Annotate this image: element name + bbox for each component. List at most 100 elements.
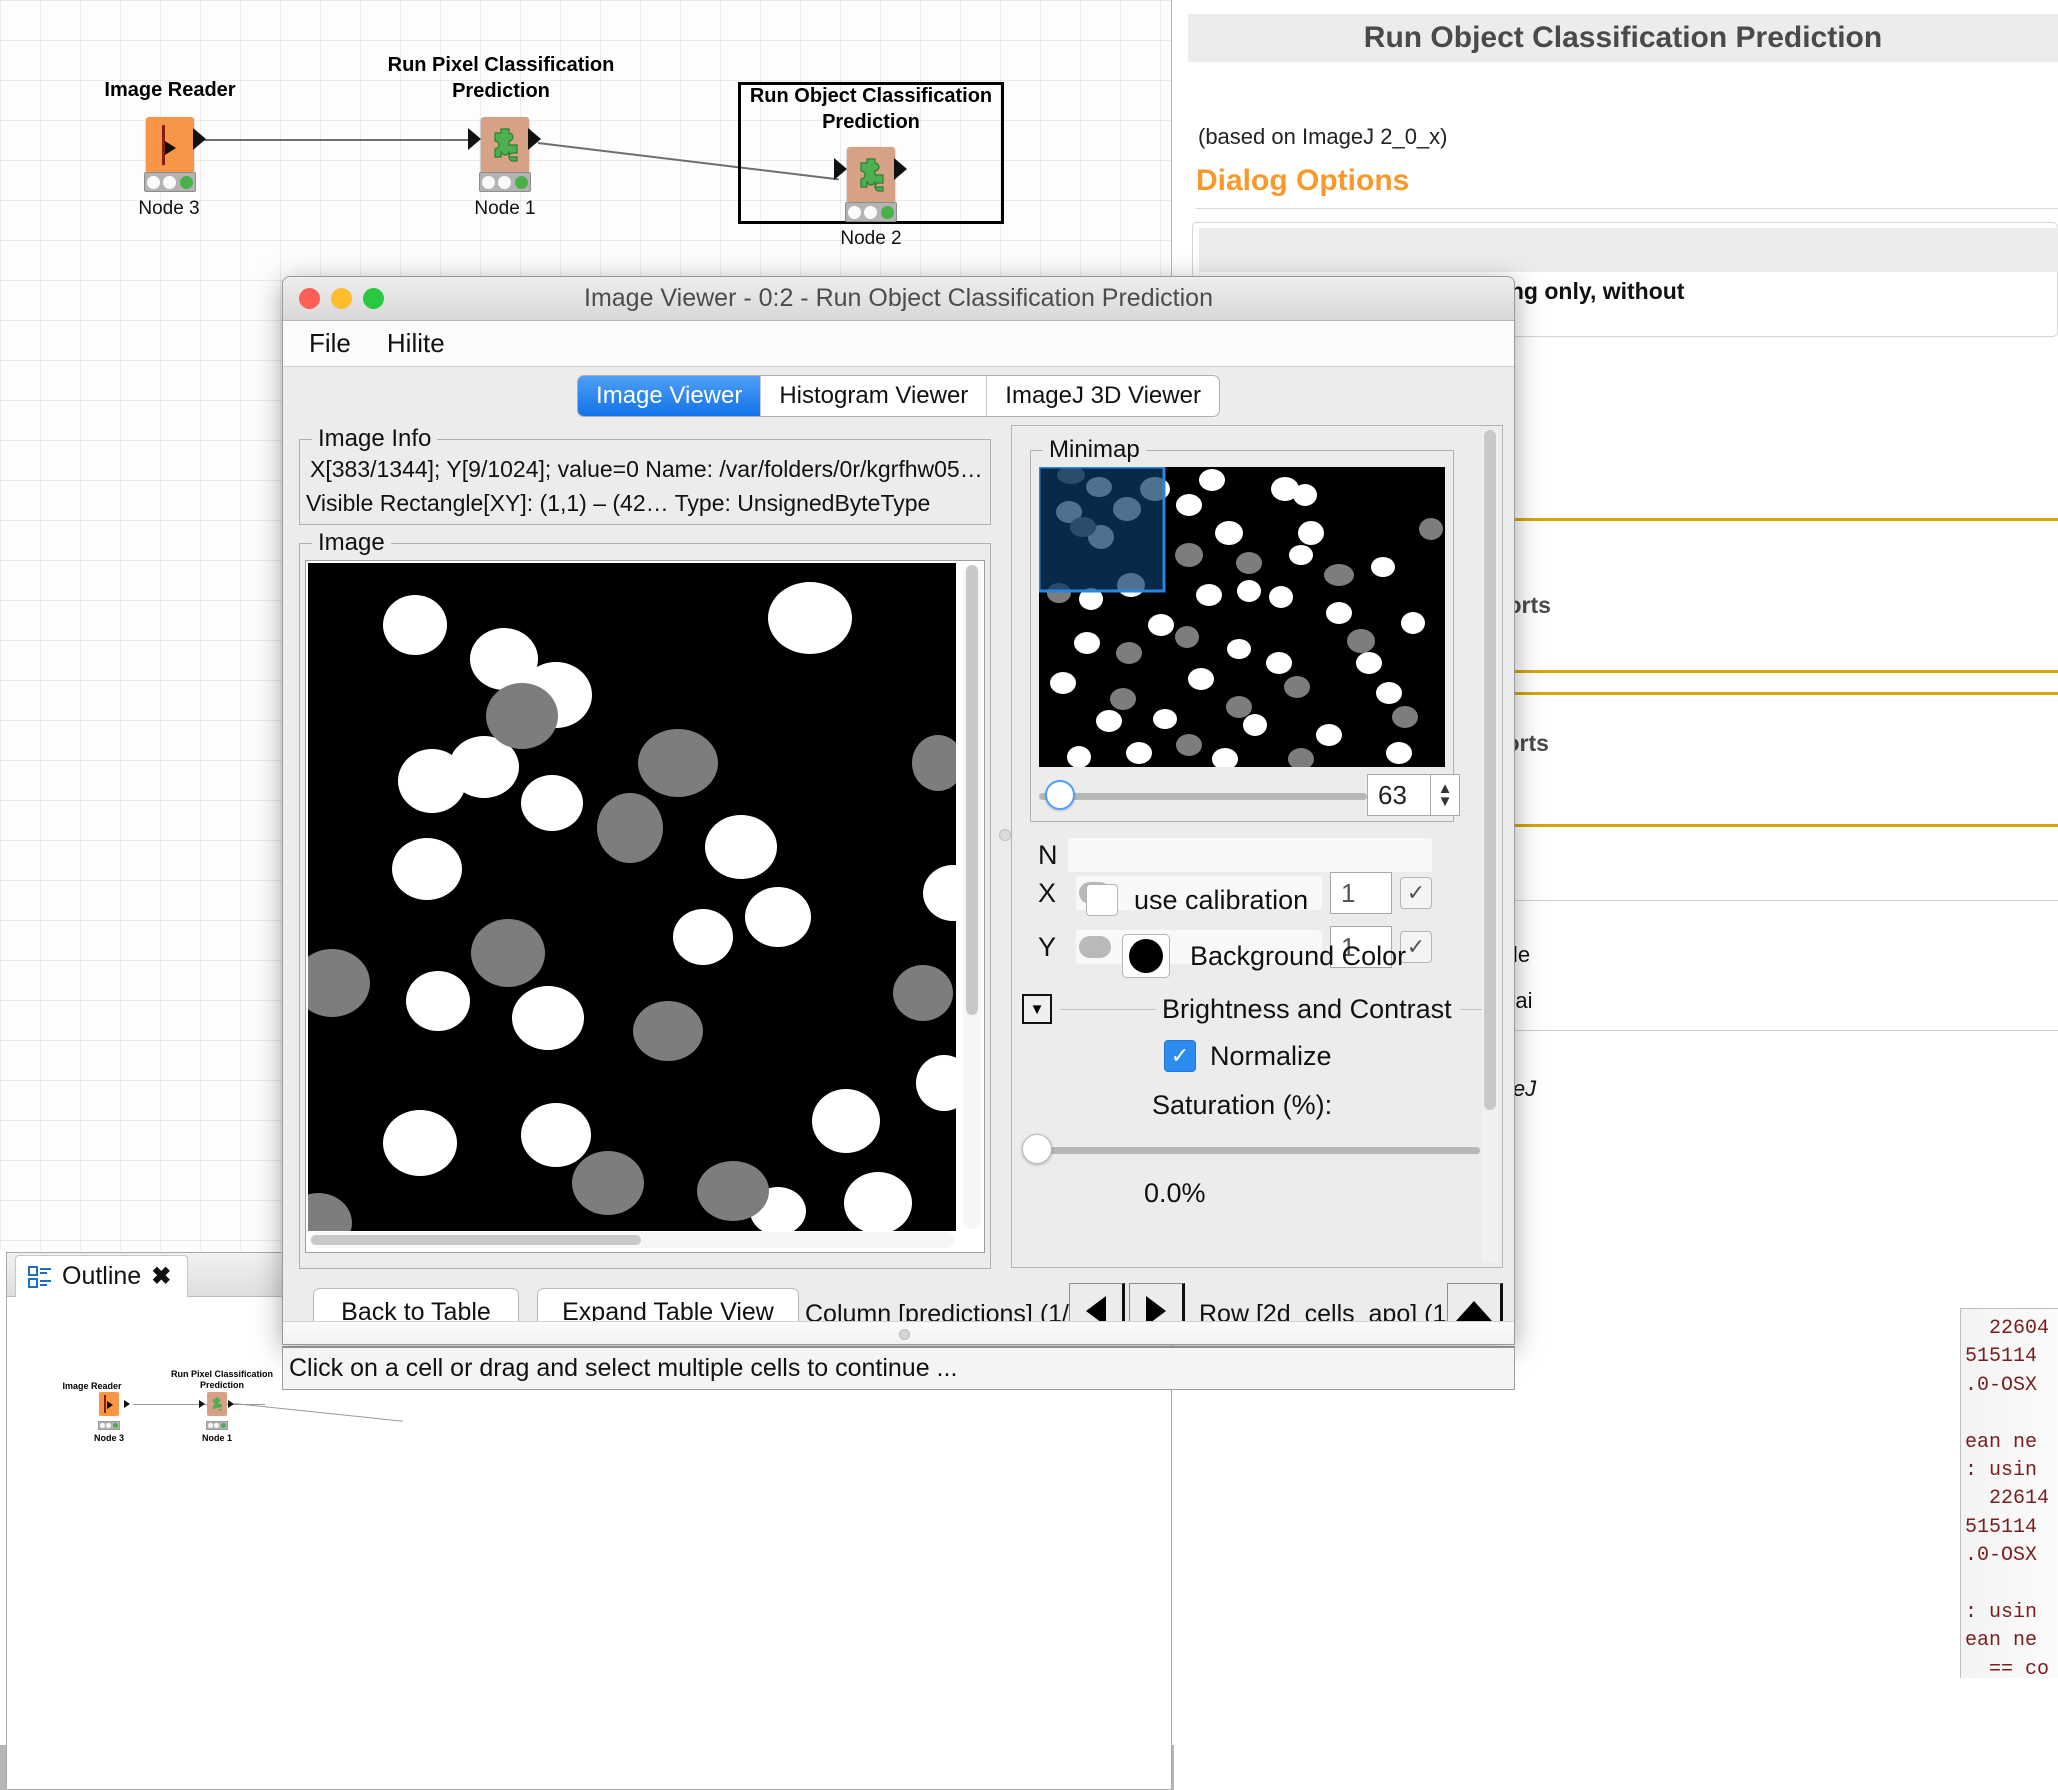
node-pixel-classification[interactable] xyxy=(481,117,529,173)
scrollbar-thumb[interactable] xyxy=(899,1329,910,1340)
reader-glyph-arrow xyxy=(165,141,176,155)
normalize-checkbox[interactable]: ✓ xyxy=(1164,1040,1196,1072)
splitter-handle[interactable] xyxy=(999,829,1011,841)
node-description-titlebar: Run Object Classification Prediction xyxy=(1188,14,2058,62)
dimension-label-n: N xyxy=(1038,839,1058,870)
slider-knob[interactable] xyxy=(1022,1134,1052,1164)
node-object-classification[interactable] xyxy=(847,147,895,203)
reader-glyph-arrow xyxy=(107,1401,113,1409)
node-status-node2 xyxy=(845,202,897,222)
image-horizontal-scrollbar[interactable] xyxy=(310,1232,954,1248)
node-title-pixel-classification: Run Pixel Classification Prediction xyxy=(387,54,615,102)
slider-knob[interactable] xyxy=(1079,936,1111,958)
status-lamp-active xyxy=(515,175,529,189)
use-calibration-label: use calibration xyxy=(1134,884,1309,915)
viewer-bottom-scrollbar[interactable] xyxy=(283,1321,1514,1344)
menu-hilite[interactable]: Hilite xyxy=(387,328,445,359)
status-lamp-active xyxy=(221,1423,227,1428)
dimension-row-n: N xyxy=(1038,838,1478,872)
outline-node-title-image-reader: Image Reader xyxy=(62,1381,122,1391)
dimension-value-x[interactable]: 1 xyxy=(1330,872,1392,914)
dimension-checkbox-x[interactable]: ✓ xyxy=(1400,877,1432,909)
tab-outline[interactable]: Outline ✖ xyxy=(15,1255,189,1297)
status-lamp-active xyxy=(180,175,194,189)
menu-file[interactable]: File xyxy=(309,328,351,359)
close-icon[interactable]: ✖ xyxy=(151,1262,171,1291)
outline-port-out-node3 xyxy=(124,1400,130,1408)
dimension-slider-n[interactable] xyxy=(1068,838,1432,872)
image-display-canvas[interactable] xyxy=(308,563,956,1231)
viewer-right-column: Minimap 63 ▲ ▼ N X 1 ✓ Y 1 ✓ use calibra… xyxy=(1011,425,1503,1268)
window-titlebar[interactable]: Image Viewer - 0:2 - Run Object Classifi… xyxy=(283,277,1514,321)
window-title: Image Viewer - 0:2 - Run Object Classifi… xyxy=(584,284,1213,312)
node-image-reader[interactable] xyxy=(146,117,194,173)
node-name-node2: Node 2 xyxy=(840,228,902,249)
imagej-puzzle-icon xyxy=(494,128,518,162)
status-lamp xyxy=(163,175,177,189)
status-lamp xyxy=(99,1423,105,1428)
node-name-node3: Node 3 xyxy=(138,198,200,219)
saturation-slider[interactable] xyxy=(1022,1134,1488,1166)
tab-histogram-viewer[interactable]: Histogram Viewer xyxy=(761,376,988,416)
port-in-node1[interactable] xyxy=(468,128,481,150)
scrollbar-thumb[interactable] xyxy=(1484,430,1496,1110)
outline-node-name-node1: Node 1 xyxy=(201,1433,232,1443)
outline-node-pixel-classification[interactable] xyxy=(207,1392,227,1416)
zoom-spinner[interactable]: 63 ▲ ▼ xyxy=(1367,774,1460,816)
controls-vertical-scrollbar[interactable] xyxy=(1482,430,1498,1262)
node-title-object-classification: Run Object Classification Prediction xyxy=(749,85,993,133)
minimap-image xyxy=(1039,467,1445,767)
divider xyxy=(1060,1008,1156,1010)
tab-imagej-3d-viewer[interactable]: ImageJ 3D Viewer xyxy=(987,376,1219,416)
outline-node-image-reader[interactable] xyxy=(99,1392,119,1416)
status-bar-text: Click on a cell or drag and select multi… xyxy=(289,1354,958,1382)
node-description-based-on: (based on ImageJ 2_0_x) xyxy=(1198,124,1448,149)
status-lamp xyxy=(214,1423,220,1428)
viewer-tabgroup: Image Viewer Histogram Viewer ImageJ 3D … xyxy=(577,375,1220,417)
background-color-swatch[interactable] xyxy=(1122,934,1170,978)
image-vertical-scrollbar[interactable] xyxy=(963,565,981,1229)
scrollbar-thumb[interactable] xyxy=(311,1235,641,1245)
status-lamp xyxy=(146,175,160,189)
viewer-content: Image Info X[383/1344]; Y[9/1024]; value… xyxy=(295,425,1504,1278)
minimap-zoom-row: 63 ▲ ▼ xyxy=(1039,774,1460,816)
use-calibration-checkbox[interactable] xyxy=(1086,884,1118,916)
status-bar: Click on a cell or drag and select multi… xyxy=(282,1346,1515,1390)
saturation-value: 0.0% xyxy=(1144,1178,1206,1208)
port-out-node1[interactable] xyxy=(528,128,541,150)
background-color-row: Background Color xyxy=(1122,934,1406,978)
slider-knob[interactable] xyxy=(1045,780,1075,810)
outline-status-node1 xyxy=(206,1421,228,1430)
outline-tree-icon xyxy=(28,1265,52,1289)
outline-wire-2 xyxy=(233,1403,404,1422)
viewer-tabstrip: Image Viewer Histogram Viewer ImageJ 3D … xyxy=(283,367,1514,425)
tab-image-viewer[interactable]: Image Viewer xyxy=(578,376,762,416)
port-out-node2[interactable] xyxy=(894,158,907,180)
image-display-frame[interactable] xyxy=(305,560,985,1253)
spinner-arrows[interactable]: ▲ ▼ xyxy=(1430,774,1460,816)
collapse-toggle-icon[interactable]: ▼ xyxy=(1022,994,1052,1024)
node-description-title: Run Object Classification Prediction xyxy=(1363,21,1883,54)
node-name-node1: Node 1 xyxy=(474,198,536,219)
status-lamp xyxy=(847,205,861,219)
menu-bar[interactable]: File Hilite xyxy=(283,321,1514,367)
status-lamp xyxy=(498,175,512,189)
node-status-node3 xyxy=(144,172,196,192)
status-lamp xyxy=(207,1423,213,1428)
normalize-row: ✓ Normalize xyxy=(1164,1040,1332,1072)
image-group: Image xyxy=(299,529,991,1269)
port-in-node2[interactable] xyxy=(834,158,847,180)
minimap-zoom-slider[interactable] xyxy=(1039,780,1367,810)
port-out-node3[interactable] xyxy=(193,128,206,150)
chevron-down-icon[interactable]: ▼ xyxy=(1438,794,1453,808)
scrollbar-thumb[interactable] xyxy=(966,565,978,1015)
segmentation-image xyxy=(308,563,956,1231)
slider-track xyxy=(1039,793,1367,800)
image-info-group: Image Info X[383/1344]; Y[9/1024]; value… xyxy=(299,425,991,525)
status-lamp xyxy=(481,175,495,189)
console-log[interactable]: 22604 515114 .0-OSX ean ne : usin 22614 … xyxy=(1960,1308,2058,1678)
minimap-canvas[interactable] xyxy=(1039,467,1445,767)
image-viewer-window[interactable]: Image Viewer - 0:2 - Run Object Classifi… xyxy=(282,276,1515,1345)
image-info-line-2: Visible Rectangle[XY]: (1,1) – (42… Type… xyxy=(306,490,931,516)
connection-wire-1 xyxy=(201,139,473,141)
